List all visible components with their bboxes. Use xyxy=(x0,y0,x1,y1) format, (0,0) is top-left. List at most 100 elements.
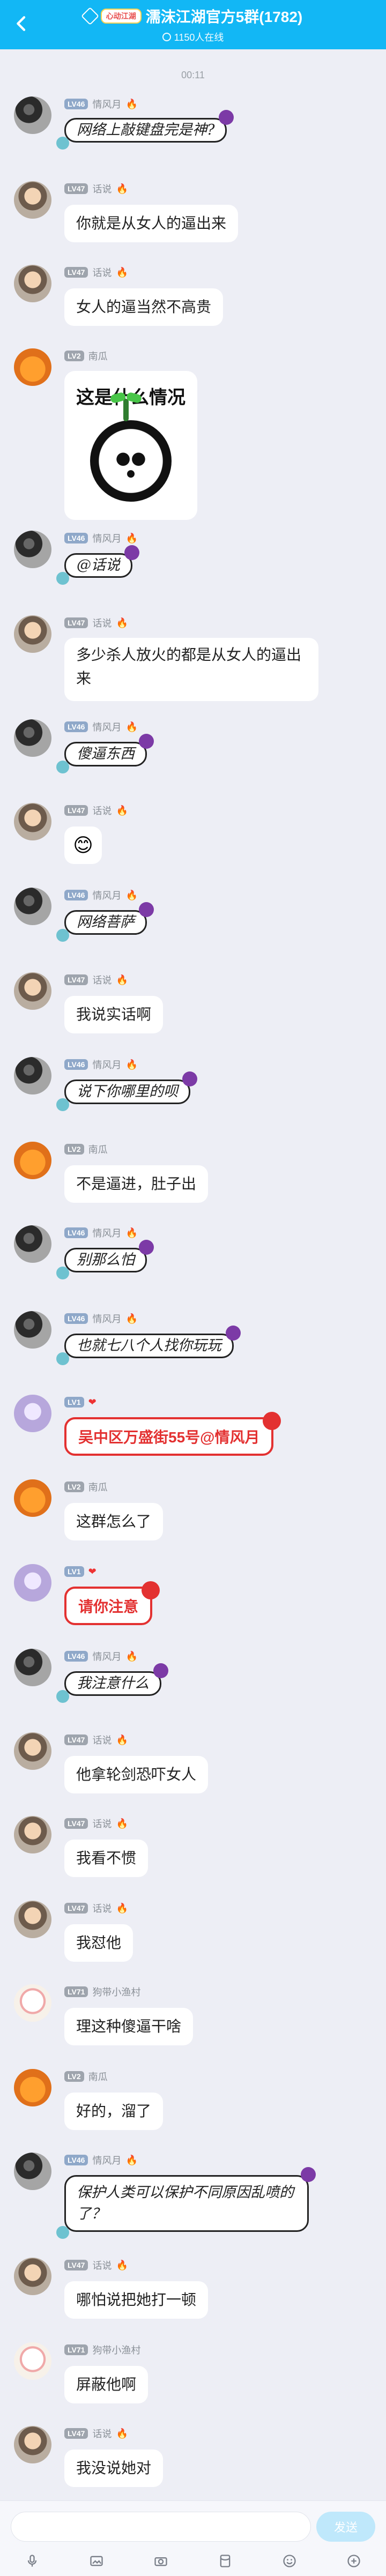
sender-name[interactable]: 狗带小渔村 xyxy=(92,1985,140,1999)
sticker[interactable]: 这是什么情况 xyxy=(64,371,197,520)
sender-name[interactable]: 话说 xyxy=(92,616,112,630)
sender-name[interactable]: 情风月 xyxy=(92,720,121,734)
level-badge: LV71 xyxy=(64,1986,88,1997)
sender-name[interactable]: 南瓜 xyxy=(88,2069,108,2083)
image-icon[interactable] xyxy=(89,2553,104,2568)
sender-name[interactable]: 话说 xyxy=(92,2426,112,2440)
message-bubble[interactable]: 不是逼进，肚子出 xyxy=(64,1165,209,1203)
avatar[interactable] xyxy=(14,719,51,757)
avatar[interactable] xyxy=(14,1479,51,1517)
avatar[interactable] xyxy=(14,1816,51,1853)
message-bubble[interactable]: 好的，溜了 xyxy=(64,2093,164,2130)
online-status: 1150人在线 xyxy=(162,30,224,44)
message-meta: LV46 情风月 🔥 xyxy=(64,1057,138,1072)
sender-name[interactable]: 话说 xyxy=(92,1733,112,1747)
emoji-icon[interactable] xyxy=(282,2553,297,2568)
message-input[interactable] xyxy=(11,2512,311,2542)
message-bubble[interactable]: 也就七八个人找你玩玩 xyxy=(56,1326,241,1365)
sender-name[interactable]: 情风月 xyxy=(92,2153,121,2167)
sender-name[interactable]: 话说 xyxy=(92,182,112,196)
avatar[interactable] xyxy=(14,1564,51,1602)
sender-name[interactable]: 话说 xyxy=(92,803,112,817)
message-bubble[interactable]: 吴中区万盛街55号@情风月 xyxy=(64,1412,281,1456)
avatar[interactable] xyxy=(14,2342,51,2380)
avatar[interactable] xyxy=(14,1649,51,1686)
message-bubble[interactable]: 你就是从女人的逼出来 xyxy=(64,205,239,242)
send-button[interactable]: 发送 xyxy=(316,2512,375,2542)
avatar[interactable] xyxy=(14,1395,51,1432)
message-bubble[interactable]: 哪怕说把她打一顿 xyxy=(64,2281,209,2319)
message-bubble[interactable]: 说下你哪里的呗 xyxy=(56,1071,197,1111)
message-bubble[interactable]: 我没说她对 xyxy=(64,2450,164,2487)
message-bubble[interactable]: 这群怎么了 xyxy=(64,1503,164,1540)
avatar[interactable] xyxy=(14,1901,51,1938)
sender-name[interactable]: 话说 xyxy=(92,973,112,987)
message-meta: LV46 情风月 🔥 xyxy=(64,2153,138,2168)
avatar[interactable] xyxy=(14,2069,51,2106)
message-bubble[interactable]: 我注意什么 xyxy=(56,1663,168,1703)
avatar[interactable] xyxy=(14,531,51,568)
avatar[interactable] xyxy=(14,348,51,386)
avatar[interactable] xyxy=(14,972,51,1010)
emoji-bubble[interactable]: 😊 xyxy=(64,827,102,864)
message-bubble[interactable]: 网络上敲键盘完是神? xyxy=(56,110,234,150)
sender-name[interactable]: 情风月 xyxy=(92,1649,121,1663)
avatar[interactable] xyxy=(14,1225,51,1263)
message-meta: LV47 话说 🔥 xyxy=(64,803,128,818)
fire-icon: 🔥 xyxy=(116,2428,128,2439)
message-bubble[interactable]: 别那么怕 xyxy=(56,1240,154,1279)
camera-icon[interactable] xyxy=(153,2553,168,2568)
timestamp: 00:11 xyxy=(181,70,205,80)
message-bubble[interactable]: 傻逼东西 xyxy=(56,734,154,773)
sender-name[interactable]: 话说 xyxy=(92,1816,112,1830)
avatar[interactable] xyxy=(14,888,51,925)
avatar[interactable] xyxy=(14,1732,51,1770)
sender-name[interactable]: 情风月 xyxy=(92,97,121,111)
message-meta: LV47 话说 🔥 xyxy=(64,265,128,280)
sender-name[interactable]: 南瓜 xyxy=(88,349,108,363)
message-bubble[interactable]: 我看不惯 xyxy=(64,1840,149,1877)
avatar[interactable] xyxy=(14,2258,51,2295)
level-badge: LV1 xyxy=(64,1397,84,1408)
message-bubble[interactable]: @话说 xyxy=(56,545,139,585)
sender-name[interactable]: 话说 xyxy=(92,2258,112,2272)
avatar[interactable] xyxy=(14,265,51,302)
sender-name[interactable]: 情风月 xyxy=(92,1226,121,1240)
avatar[interactable] xyxy=(14,1984,51,2022)
sender-name[interactable]: 话说 xyxy=(92,1901,112,1915)
message-meta: LV47 话说 🔥 xyxy=(64,1901,128,1916)
avatar[interactable] xyxy=(14,803,51,840)
sender-name[interactable]: 南瓜 xyxy=(88,1480,108,1494)
sender-name[interactable]: 狗带小渔村 xyxy=(92,2343,140,2357)
avatar[interactable] xyxy=(14,2426,51,2463)
sender-name[interactable]: 情风月 xyxy=(92,888,121,902)
red-packet-icon[interactable] xyxy=(218,2553,233,2568)
message-bubble[interactable]: 他拿轮剑恐吓女人 xyxy=(64,1756,209,1793)
avatar[interactable] xyxy=(14,1142,51,1179)
message-bubble[interactable]: 保护人类可以保护不同原因乱喷的了？ xyxy=(56,2167,316,2239)
tag-icon xyxy=(80,7,99,25)
avatar[interactable] xyxy=(14,1311,51,1349)
group-title[interactable]: 濡沫江湖官方5群(1782) xyxy=(146,5,303,27)
microphone-icon[interactable] xyxy=(25,2553,40,2568)
sender-name[interactable]: 情风月 xyxy=(92,1058,121,1071)
message-bubble[interactable]: 女人的逼当然不高贵 xyxy=(64,288,224,326)
avatar[interactable] xyxy=(14,96,51,134)
sender-name[interactable]: 情风月 xyxy=(92,1312,121,1326)
avatar[interactable] xyxy=(14,615,51,653)
fire-icon: 🔥 xyxy=(116,1903,128,1914)
avatar[interactable] xyxy=(14,1057,51,1095)
sender-name[interactable]: 情风月 xyxy=(92,531,121,545)
sender-name[interactable]: 话说 xyxy=(92,265,112,279)
message-bubble[interactable]: 多少杀人放火的都是从女人的逼出来 xyxy=(64,638,318,701)
message-bubble[interactable]: 屏蔽他啊 xyxy=(64,2366,149,2403)
message-bubble[interactable]: 理这种傻逼干啥 xyxy=(64,2008,194,2045)
plus-icon[interactable] xyxy=(346,2553,361,2568)
message-bubble[interactable]: 网络菩萨 xyxy=(56,902,154,942)
avatar[interactable] xyxy=(14,2153,51,2190)
message-bubble[interactable]: 我怼他 xyxy=(64,1924,133,1962)
message-bubble[interactable]: 我说实话啊 xyxy=(64,996,164,1033)
message-bubble[interactable]: 请你注意 xyxy=(64,1581,160,1625)
avatar[interactable] xyxy=(14,181,51,219)
sender-name[interactable]: 南瓜 xyxy=(88,1142,108,1156)
